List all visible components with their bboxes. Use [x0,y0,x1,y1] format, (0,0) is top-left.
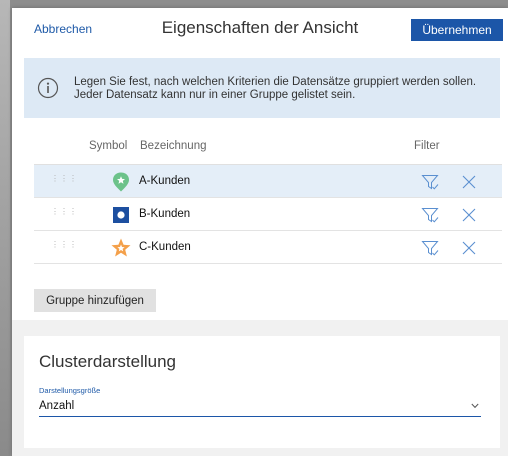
info-line-2: Jeder Datensatz kann nur in einer Gruppe… [74,89,356,101]
group-label: C-Kunden [139,241,191,253]
column-header-filter: Filter [414,140,440,152]
green-star-pin-icon [113,172,129,192]
drag-handle-icon[interactable]: ⋮⋮⋮ [51,241,78,249]
display-size-select[interactable]: Anzahl [39,396,481,417]
drag-handle-icon[interactable]: ⋮⋮⋮ [51,175,78,183]
info-text: Legen Sie fest, nach welchen Kriterien d… [74,76,494,102]
remove-icon[interactable] [461,240,477,256]
orange-star-icon [111,238,131,257]
table-header: Symbol Bezeichnung Filter [34,140,502,156]
cluster-heading: Clusterdarstellung [39,352,177,371]
add-group-button[interactable]: Gruppe hinzufügen [34,289,156,312]
filter-icon[interactable] [420,238,440,258]
background-page [0,0,10,456]
blue-square-dot-icon [113,207,129,223]
info-banner: Legen Sie fest, nach welchen Kriterien d… [24,58,500,118]
group-row-b[interactable]: ⋮⋮⋮ B-Kunden [34,198,502,231]
remove-icon[interactable] [461,207,477,223]
chevron-down-icon [471,403,479,409]
grouping-section: Abbrechen Eigenschaften der Ansicht Über… [12,8,508,320]
display-size-label: Darstellungsgröße [39,386,101,395]
group-label: A-Kunden [139,175,191,187]
display-size-value: Anzahl [39,400,75,412]
cluster-section: Clusterdarstellung Darstellungsgröße Anz… [24,336,500,448]
info-line-1: Legen Sie fest, nach welchen Kriterien d… [74,76,477,88]
drag-handle-icon[interactable]: ⋮⋮⋮ [51,208,78,216]
info-icon [37,77,59,99]
group-row-c[interactable]: ⋮⋮⋮ C-Kunden [34,231,502,264]
filter-icon[interactable] [420,205,440,225]
apply-button[interactable]: Übernehmen [411,19,503,41]
dialog-header: Abbrechen Eigenschaften der Ansicht Über… [12,8,508,50]
group-label: B-Kunden [139,208,191,220]
group-row-a[interactable]: ⋮⋮⋮ A-Kunden [34,165,502,198]
column-header-name: Bezeichnung [140,140,207,152]
column-header-symbol: Symbol [89,140,128,152]
filter-icon[interactable] [420,172,440,192]
view-properties-dialog: Abbrechen Eigenschaften der Ansicht Über… [12,8,508,456]
remove-icon[interactable] [461,174,477,190]
